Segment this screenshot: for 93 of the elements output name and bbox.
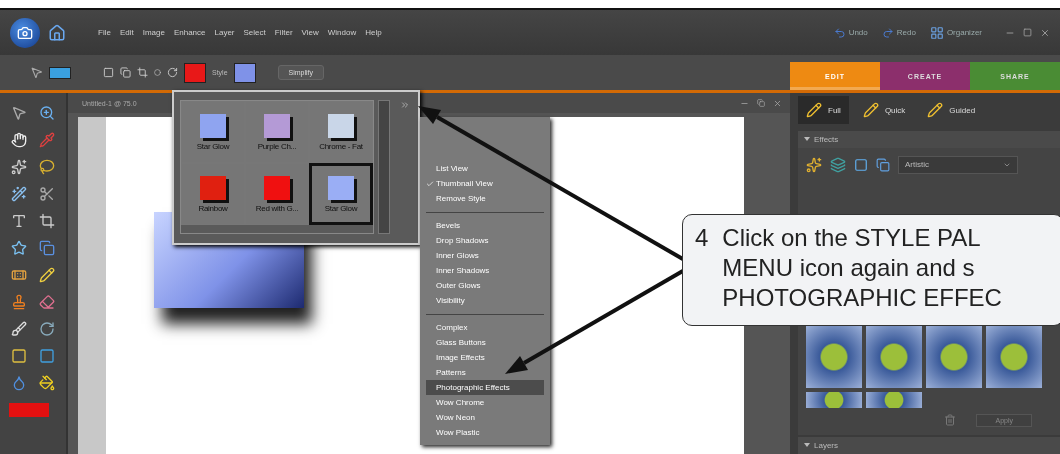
pencil-icon: [862, 102, 879, 119]
drop-tool-icon[interactable]: [11, 374, 27, 391]
menu-item[interactable]: Filter: [274, 28, 293, 37]
menu-item[interactable]: Inner Glows: [426, 248, 544, 263]
redo-icon: [881, 26, 894, 39]
crop-tool-icon[interactable]: [39, 212, 55, 229]
bucket-tool-icon[interactable]: [39, 374, 55, 391]
menu-item[interactable]: Window: [327, 28, 357, 37]
photo-placeholder[interactable]: [866, 325, 922, 388]
instruction-text: Click on the STYLE PAL MENU icon again and s PHOTOGRAPHIC EFFEC: [722, 223, 1002, 313]
pencil-tool-icon[interactable]: [39, 266, 55, 283]
eraser-tool-icon[interactable]: [39, 293, 55, 310]
style-thumbnail[interactable]: Chrome - Fat: [309, 101, 373, 163]
stamp-tool-icon[interactable]: [11, 293, 27, 310]
sparkle-icon[interactable]: [806, 156, 822, 173]
rotate-icon[interactable]: [167, 67, 178, 78]
style-thumbnail[interactable]: Purple Ch...: [245, 101, 309, 163]
menu-item[interactable]: Select: [243, 28, 266, 37]
menu-item[interactable]: Glass Buttons: [426, 335, 544, 350]
style-thumbnail[interactable]: Star Glow: [181, 101, 245, 163]
close-icon[interactable]: [1040, 27, 1050, 38]
panel-title: Layers: [814, 440, 838, 450]
copy-icon[interactable]: [876, 157, 890, 172]
hand-tool-icon[interactable]: [11, 131, 27, 148]
scrollbar[interactable]: [378, 100, 390, 234]
menu-item[interactable]: Patterns: [426, 365, 544, 380]
menu-item[interactable]: Visibility: [426, 293, 544, 308]
sparkle-tool-icon[interactable]: [11, 158, 27, 175]
menu-item[interactable]: List View: [426, 161, 544, 176]
style-thumbnail[interactable]: Red with G...: [245, 163, 309, 225]
foreground-color-swatch[interactable]: [9, 402, 49, 417]
menu-item[interactable]: Remove Style: [426, 191, 544, 206]
step-number: 4: [695, 223, 709, 253]
organizer-button[interactable]: Organizer: [926, 25, 985, 40]
photo-placeholder[interactable]: [806, 325, 862, 388]
brush-tool-icon[interactable]: [11, 320, 27, 337]
menu-item[interactable]: Help: [365, 28, 382, 37]
edit-mode-tab[interactable]: Quick: [854, 96, 914, 125]
color-swatch[interactable]: [184, 62, 206, 83]
photo-placeholder[interactable]: [986, 325, 1042, 388]
menu-item[interactable]: Thumbnail View: [426, 176, 544, 191]
menu-item[interactable]: Image: [142, 28, 165, 37]
redo-button[interactable]: Redo: [878, 26, 919, 39]
menu-item[interactable]: Wow Plastic: [426, 425, 544, 440]
menu-item[interactable]: Wow Neon: [426, 410, 544, 425]
rectangle-tool-icon[interactable]: [39, 347, 55, 364]
lasso-tool-icon[interactable]: [39, 158, 55, 175]
style-thumbnail[interactable]: Rainbow: [181, 163, 245, 225]
menu-item[interactable]: Drop Shadows: [426, 233, 544, 248]
menu-item[interactable]: Layer: [214, 28, 235, 37]
photo-placeholder[interactable]: [866, 391, 922, 408]
menu-item[interactable]: View: [301, 28, 319, 37]
menu-item[interactable]: Outer Glows: [426, 278, 544, 293]
menu-item[interactable]: Image Effects: [426, 350, 544, 365]
layers-icon[interactable]: [830, 156, 846, 173]
panel-title: Effects: [814, 134, 839, 144]
square-icon[interactable]: [854, 157, 868, 172]
trash-icon[interactable]: [944, 414, 957, 427]
edit-mode-tab[interactable]: Full: [798, 96, 849, 125]
close-icon[interactable]: [773, 98, 782, 108]
shape-tool-icon[interactable]: [11, 239, 27, 256]
menu-item[interactable]: Complex: [426, 320, 544, 335]
eyedropper-tool-icon[interactable]: [39, 131, 55, 148]
wand-tool-icon[interactable]: [11, 185, 27, 202]
pencil-icon: [927, 102, 944, 119]
menu-item[interactable]: Bevels: [426, 218, 544, 233]
zoom-tool-icon[interactable]: [39, 104, 55, 121]
menu-item[interactable]: Inner Shadows: [426, 263, 544, 278]
scissors-tool-icon[interactable]: [39, 185, 55, 202]
home-icon[interactable]: [48, 23, 66, 42]
menu-item[interactable]: Edit: [119, 28, 134, 37]
category-dropdown[interactable]: Artistic: [898, 155, 1018, 174]
menu-item[interactable]: Wow Chrome: [426, 395, 544, 410]
maximize-icon[interactable]: [1023, 27, 1032, 37]
text-tool-icon[interactable]: [11, 212, 27, 229]
photo-placeholder[interactable]: [926, 325, 982, 388]
pencil-icon: [806, 102, 822, 119]
move-tool-icon[interactable]: [11, 104, 27, 121]
edit-mode-tab[interactable]: Guided: [919, 96, 984, 125]
photo-placeholder[interactable]: [806, 391, 862, 408]
rectangle-shape-icon[interactable]: [49, 66, 71, 79]
menu-item[interactable]: File: [98, 28, 111, 37]
restore-icon[interactable]: [757, 98, 765, 107]
rotate-tool-icon[interactable]: [39, 320, 55, 337]
style-thumbnail[interactable]: Star Glow: [309, 163, 373, 225]
menu-item[interactable]: Enhance: [173, 28, 206, 37]
undo-button[interactable]: Undo: [830, 26, 871, 39]
arrow-icon[interactable]: [30, 66, 43, 79]
grid-icon: [929, 25, 944, 40]
undo-icon: [833, 26, 846, 39]
menu-item[interactable]: Photographic Effects: [426, 380, 544, 395]
camera-logo[interactable]: [10, 17, 40, 48]
style-swatch[interactable]: [233, 62, 256, 83]
